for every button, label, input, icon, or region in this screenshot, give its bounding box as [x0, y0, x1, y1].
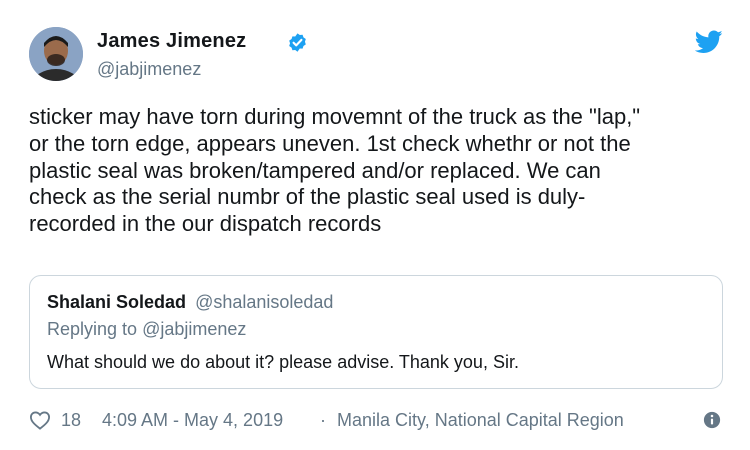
author-handle[interactable]: @jabjimenez [97, 59, 201, 80]
quoted-tweet[interactable]: Shalani Soledad @shalanisoledad Replying… [29, 275, 723, 389]
like-count[interactable]: 18 [61, 410, 81, 431]
tweet-text-line: or the torn edge, appears uneven. 1st ch… [29, 130, 631, 156]
tweet-footer: 18 4:09 AM - May 4, 2019 · Manila City, … [29, 408, 729, 434]
tweet-text-line: recorded in the our dispatch records [29, 211, 382, 237]
location[interactable]: Manila City, National Capital Region [337, 410, 624, 431]
tweet-text-line: sticker may have torn during movemnt of … [29, 104, 641, 129]
replying-to-prefix: Replying to [47, 319, 143, 339]
tweet-card: James Jimenez @jabjimenez sticker may ha… [0, 0, 750, 450]
tweet-text-line: check as the serial numbr of the plastic… [29, 184, 586, 210]
timestamp[interactable]: 4:09 AM - May 4, 2019 [102, 410, 283, 431]
tweet-text: sticker may have torn during movemnt of … [29, 104, 729, 238]
twitter-logo-icon[interactable] [695, 30, 723, 54]
heart-icon[interactable] [29, 410, 51, 430]
verified-badge-icon [289, 33, 306, 52]
replying-to: Replying to @jabjimenez [47, 319, 246, 340]
quoted-author: Shalani Soledad @shalanisoledad [47, 292, 333, 313]
author-name[interactable]: James Jimenez [97, 30, 246, 53]
quoted-tweet-text: What should we do about it? please advis… [47, 352, 519, 372]
quoted-author-name: Shalani Soledad [47, 292, 187, 312]
separator: · [320, 410, 326, 430]
replying-to-handle[interactable]: @jabjimenez [142, 319, 246, 339]
quoted-author-handle: @shalanisoledad [195, 292, 334, 312]
tweet-text-line: plastic seal was broken/tampered and/or … [29, 157, 601, 183]
avatar[interactable] [29, 27, 83, 81]
info-icon[interactable] [703, 411, 721, 429]
